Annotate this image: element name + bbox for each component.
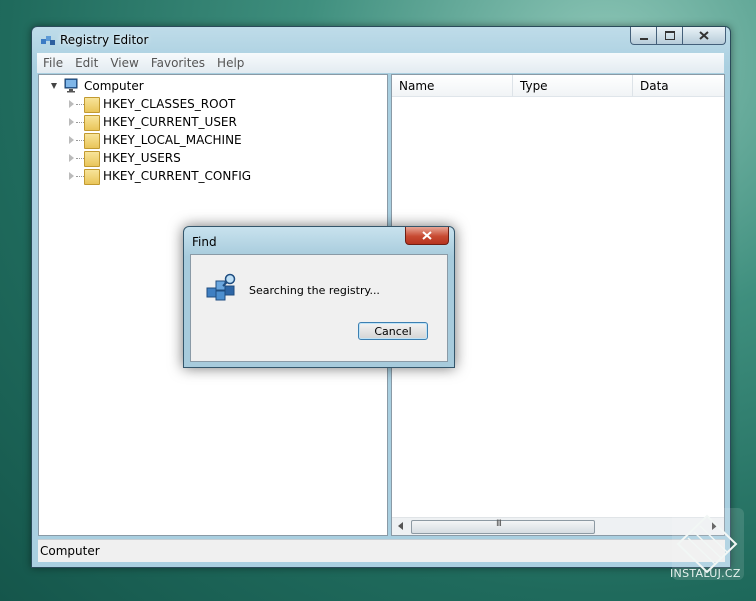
tree-node-label: HKEY_USERS xyxy=(103,151,181,165)
expand-icon[interactable] xyxy=(69,136,74,144)
folder-icon xyxy=(84,133,100,149)
tree-connector xyxy=(76,176,84,177)
scroll-left-icon[interactable] xyxy=(398,522,403,530)
tree-node-hkey-users[interactable]: HKEY_USERS xyxy=(39,149,339,167)
menu-favorites[interactable]: Favorites xyxy=(145,56,211,70)
tree-node-label: Computer xyxy=(84,79,144,93)
menu-edit[interactable]: Edit xyxy=(69,56,104,70)
column-header-type[interactable]: Type xyxy=(513,75,633,97)
tree-connector xyxy=(76,140,84,141)
dialog-close-button[interactable] xyxy=(405,227,449,245)
folder-icon xyxy=(84,97,100,113)
menu-file[interactable]: File xyxy=(37,56,69,70)
close-button[interactable] xyxy=(683,27,726,45)
registry-search-icon xyxy=(206,273,236,301)
cancel-button[interactable]: Cancel xyxy=(358,322,428,340)
window-title: Registry Editor xyxy=(60,33,149,47)
dialog-title: Find xyxy=(192,235,217,249)
tree-node-label: HKEY_CLASSES_ROOT xyxy=(103,97,236,111)
tree-connector xyxy=(76,104,84,105)
column-header-name[interactable]: Name xyxy=(392,75,513,97)
close-icon xyxy=(422,231,432,240)
tree-node-hkey-local-machine[interactable]: HKEY_LOCAL_MACHINE xyxy=(39,131,339,149)
folder-icon xyxy=(84,151,100,167)
title-bar[interactable]: Registry Editor xyxy=(32,27,730,53)
watermark-text: INSTALUJ.CZ xyxy=(670,567,741,580)
tree-node-hkey-current-user[interactable]: HKEY_CURRENT_USER xyxy=(39,113,339,131)
tree-node-hkey-current-config[interactable]: HKEY_CURRENT_CONFIG xyxy=(39,167,339,185)
status-bar: Computer xyxy=(38,539,725,562)
tree-connector xyxy=(76,122,84,123)
column-header-data[interactable]: Data xyxy=(633,75,724,97)
tree-node-label: HKEY_LOCAL_MACHINE xyxy=(103,133,242,147)
folder-icon xyxy=(84,169,100,185)
maximize-button[interactable] xyxy=(657,27,683,45)
dialog-message: Searching the registry... xyxy=(249,284,380,297)
tree-node-computer[interactable]: Computer xyxy=(39,77,239,95)
close-icon xyxy=(699,31,709,40)
registry-editor-icon xyxy=(41,36,55,45)
menu-bar: File Edit View Favorites Help xyxy=(37,53,724,73)
dialog-body: Searching the registry... Cancel xyxy=(190,254,448,362)
status-text: Computer xyxy=(40,544,100,558)
maximize-icon xyxy=(664,31,675,40)
caption-buttons xyxy=(630,27,726,45)
minimize-icon xyxy=(639,37,648,40)
computer-icon xyxy=(64,78,78,93)
scrollbar-thumb[interactable]: III xyxy=(411,519,595,534)
tree-node-hkey-classes-root[interactable]: HKEY_CLASSES_ROOT xyxy=(39,95,339,113)
expand-icon[interactable] xyxy=(69,154,74,162)
menu-view[interactable]: View xyxy=(104,56,144,70)
folder-icon xyxy=(84,115,100,131)
expand-icon[interactable] xyxy=(69,118,74,126)
tree-connector xyxy=(76,158,84,159)
expand-icon[interactable] xyxy=(69,172,74,180)
minimize-button[interactable] xyxy=(630,27,657,45)
scroll-grip: III xyxy=(496,519,502,529)
collapse-icon[interactable] xyxy=(51,83,57,89)
find-dialog: Find Searching the registry... Cancel xyxy=(183,226,455,368)
tree-node-label: HKEY_CURRENT_USER xyxy=(103,115,237,129)
menu-help[interactable]: Help xyxy=(211,56,250,70)
tree-node-label: HKEY_CURRENT_CONFIG xyxy=(103,169,252,183)
expand-icon[interactable] xyxy=(69,100,74,108)
